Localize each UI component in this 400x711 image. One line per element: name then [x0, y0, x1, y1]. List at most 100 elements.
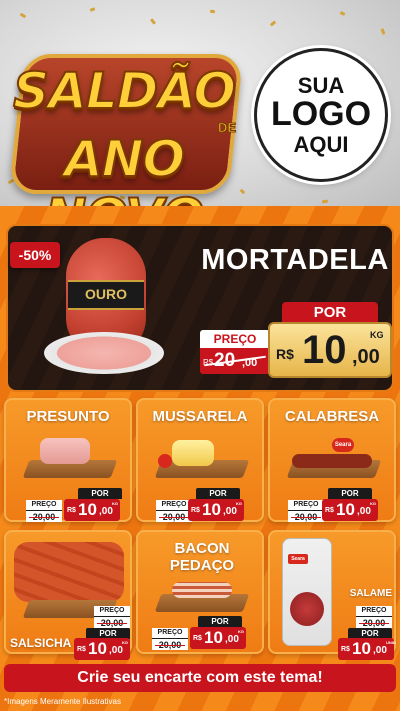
disclaimer: *Imagens Meramente Ilustrativas — [4, 697, 121, 706]
bacon-image — [172, 582, 232, 598]
price-unit: KG — [370, 330, 384, 340]
por-label: POR — [198, 616, 242, 627]
price: R$ 10 ,00 KG — [188, 499, 244, 521]
sausages-image — [14, 542, 124, 602]
por-label: POR — [78, 488, 122, 499]
logo-text-3: AQUI — [293, 131, 349, 157]
price-unit: KG — [112, 501, 118, 506]
old-price: 20,00 — [94, 616, 130, 628]
old-price: 20,00 — [288, 510, 324, 522]
seara-logo: Seara — [288, 554, 308, 564]
strikethrough — [291, 517, 321, 518]
featured-product-name: MORTADELA — [201, 244, 389, 276]
price: R$ 10 ,00 KG — [322, 499, 378, 521]
price-dec: ,00 — [357, 506, 371, 517]
product-card-calabresa: CALABRESA Seara POR PREÇO 20,00 R$ 10 ,0… — [268, 398, 396, 522]
product-card-mussarela: MUSSARELA POR PREÇO 20,00 R$ 10 ,00 KG — [136, 398, 264, 522]
sausage-image — [292, 454, 372, 468]
product-name: SALAME — [349, 588, 392, 599]
strikethrough — [29, 517, 59, 518]
currency: R$ — [67, 507, 76, 514]
title-plate: SALDÃO DE ANO NOVO — [6, 44, 244, 212]
preco-label: PREÇO — [356, 606, 392, 616]
price-dec: ,00 — [352, 346, 380, 368]
currency: R$ — [276, 346, 294, 362]
cheese-image — [172, 440, 214, 466]
confetti — [269, 20, 277, 27]
cta-banner[interactable]: Crie seu encarte com este tema! — [4, 664, 396, 692]
por-label: POR — [282, 302, 378, 324]
currency: R$ — [77, 646, 86, 653]
currency: R$ — [191, 507, 200, 514]
confetti — [380, 28, 386, 35]
salame-slices — [290, 592, 324, 626]
por-label: POR — [196, 488, 240, 499]
price: R$ 10 ,00 KG — [64, 499, 120, 521]
price-int: 10 — [202, 500, 221, 519]
old-price: 20,00 — [156, 510, 192, 522]
logo-placeholder: SUA LOGO AQUI — [254, 48, 388, 182]
por-label: POR — [328, 488, 372, 499]
mortadela-image: OURO — [44, 232, 164, 382]
product-name: CALABRESA — [284, 408, 380, 425]
product-name: MUSSARELA — [152, 408, 248, 425]
price-unit: UNID — [386, 640, 396, 645]
confetti — [339, 11, 346, 16]
strikethrough — [155, 645, 185, 646]
price-dec: ,00 — [223, 506, 237, 517]
product-name: SALSICHA — [10, 636, 72, 650]
confetti — [19, 12, 27, 19]
product-card-presunto: PRESUNTO POR PREÇO 20,00 R$ 10 ,00 KG — [4, 398, 132, 522]
currency: R$ — [325, 507, 334, 514]
strikethrough — [97, 623, 127, 624]
old-price: 20,00 — [26, 510, 62, 522]
preco-label: PREÇO — [156, 500, 192, 510]
currency: R$ — [341, 646, 350, 653]
price-int: 10 — [78, 500, 97, 519]
price-int: 10 — [336, 500, 355, 519]
price-unit: KG — [370, 501, 376, 506]
title-line-2: ANO NOVO — [44, 129, 206, 212]
old-price: R$ 20 ,00 — [200, 348, 270, 374]
preco-label: PREÇO — [94, 606, 130, 616]
price-unit: KG — [122, 640, 128, 645]
ham-image — [40, 438, 90, 464]
product-name: PRESUNTO — [26, 408, 110, 425]
price-dec: ,00 — [373, 645, 387, 656]
confetti — [89, 7, 96, 12]
logo-text-2: LOGO — [270, 95, 372, 134]
product-card-salame: Seara SALAME PREÇO 20,00 POR R$ 10 ,00 U… — [268, 530, 396, 660]
price-unit: KG — [238, 629, 244, 634]
old-price: 20,00 — [356, 616, 392, 628]
old-price: 20,00 — [152, 638, 188, 650]
seara-logo: Seara — [332, 438, 354, 452]
preco-label: PREÇO — [200, 330, 270, 348]
title-line-1: SALDÃO — [12, 61, 237, 121]
product-card-salsicha: SALSICHA PREÇO 20,00 POR R$ 10 ,00 KG — [4, 530, 132, 660]
preco-label: PREÇO — [152, 628, 188, 638]
price-int: 10 — [302, 328, 347, 372]
header-banner: SALDÃO DE ANO NOVO SUA LOGO AQUI — [0, 0, 400, 212]
discount-badge: -50% — [10, 242, 60, 268]
preco-label: PREÇO — [288, 500, 324, 510]
price: R$ 10 ,00 KG — [74, 638, 130, 660]
price-dec: ,00 — [225, 634, 239, 645]
price: R$ 10 ,00 UNID — [338, 638, 396, 660]
brand-label: OURO — [68, 280, 144, 310]
currency: R$ — [193, 635, 202, 642]
logo-text-1: SUA — [297, 73, 345, 99]
confetti — [321, 199, 329, 204]
confetti — [209, 9, 216, 14]
strikethrough — [359, 623, 389, 624]
price-dec: ,00 — [109, 645, 123, 656]
featured-price: R$ 10 ,00 KG — [268, 322, 392, 378]
price: R$ 10 ,00 KG — [190, 627, 246, 649]
sliced-plate — [44, 332, 164, 374]
product-name: BACON PEDAÇO — [169, 540, 235, 574]
price-int: 10 — [88, 639, 107, 658]
price-int: 10 — [352, 639, 371, 658]
tomato-image — [158, 454, 172, 468]
price-dec: ,00 — [99, 506, 113, 517]
preco-label: PREÇO — [26, 500, 62, 510]
price-unit: KG — [236, 501, 242, 506]
